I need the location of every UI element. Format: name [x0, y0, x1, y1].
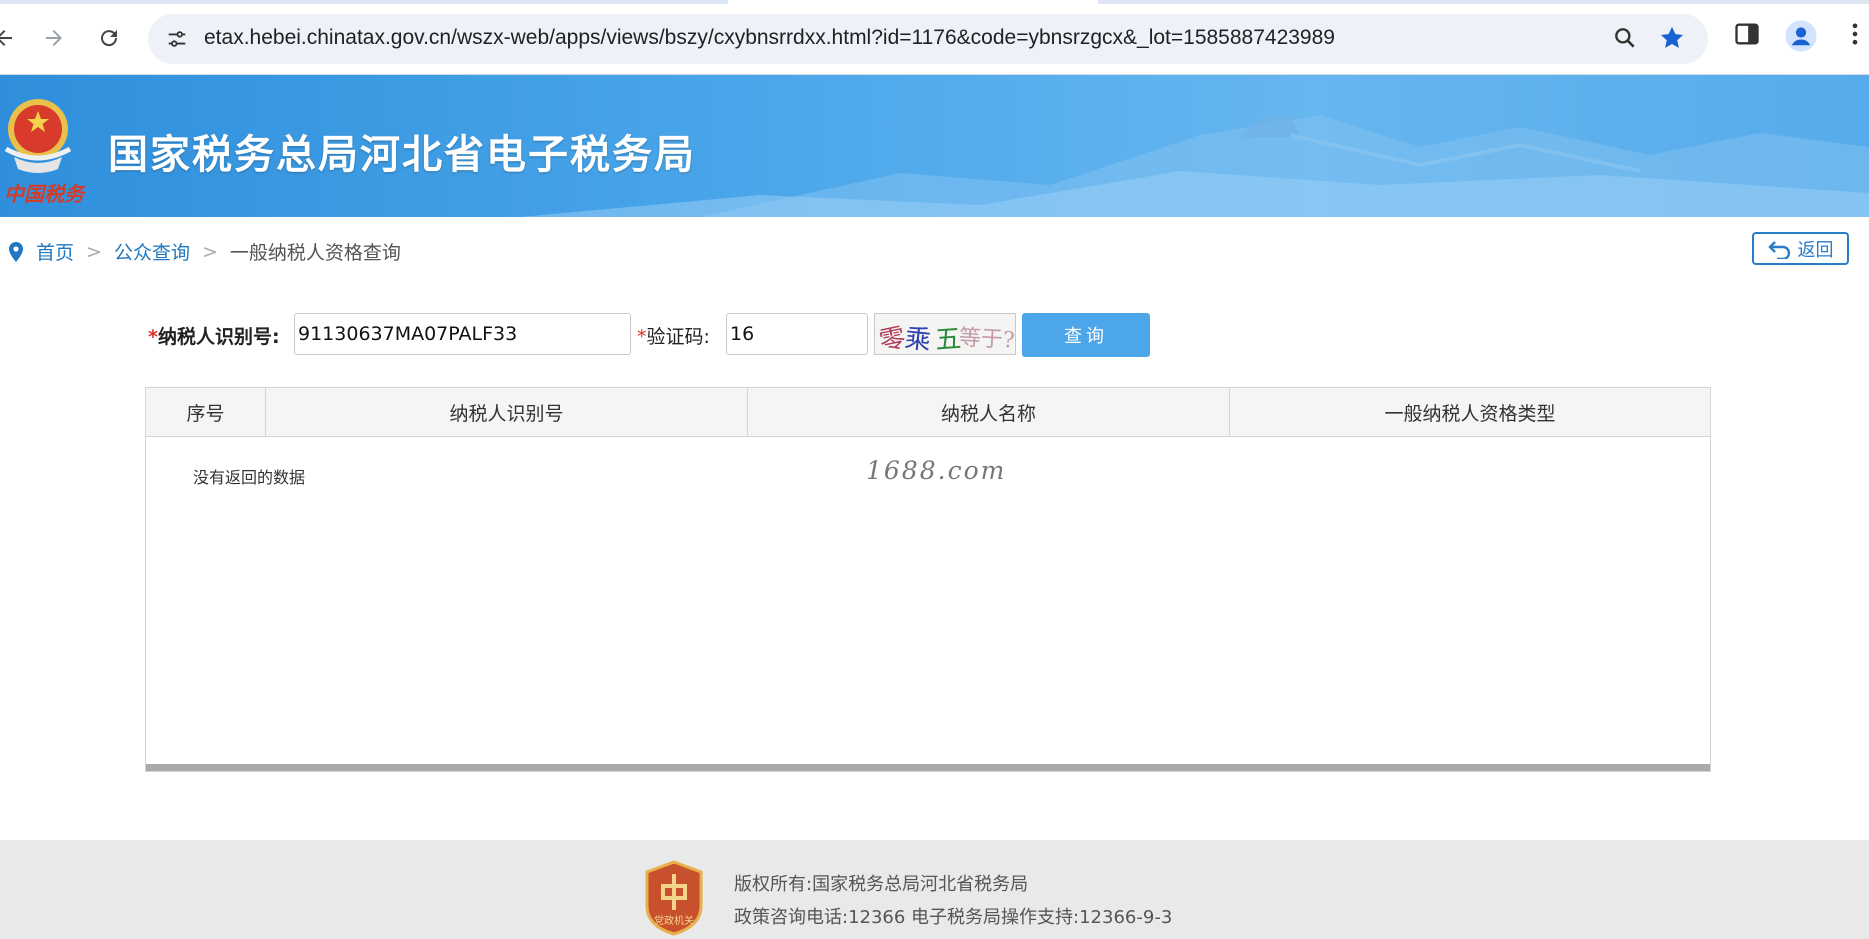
- site-title: 国家税务总局河北省电子税务局: [108, 132, 696, 178]
- results-table: 序号 纳税人识别号 纳税人名称 一般纳税人资格类型 没有返回的数据 1688.c…: [145, 387, 1711, 772]
- breadcrumb-current: 一般纳税人资格查询: [229, 242, 401, 264]
- contact-text: 政策咨询电话:12366 电子税务局操作支持:12366-9-3: [734, 907, 1173, 928]
- tab-strip: [0, 0, 1869, 4]
- captcha-char: 乘: [903, 323, 933, 355]
- back-arrow-icon[interactable]: [0, 18, 24, 58]
- captcha-input[interactable]: [726, 313, 868, 355]
- horizontal-scrollbar[interactable]: [146, 764, 1710, 771]
- taxpayer-id-input[interactable]: [294, 313, 631, 355]
- site-footer: 党政机关 版权所有:国家税务总局河北省税务局 政策咨询电话:12366 电子税务…: [0, 840, 1869, 939]
- copyright-text: 版权所有:国家税务总局河北省税务局: [734, 874, 1029, 895]
- captcha-label-text: 验证码:: [646, 326, 710, 348]
- captcha-char: 等于?: [958, 325, 1016, 354]
- active-tab[interactable]: [728, 0, 1098, 4]
- column-header-qualification-type: 一般纳税人资格类型: [1384, 402, 1556, 425]
- site-header-banner: 中国税务 国家税务总局河北省电子税务局: [0, 75, 1869, 217]
- profile-avatar-icon[interactable]: [1784, 19, 1818, 57]
- return-button-label: 返回: [1797, 239, 1834, 261]
- bookmark-star-icon[interactable]: [1658, 24, 1686, 56]
- breadcrumb: 首页 > 公众查询 > 一般纳税人资格查询: [8, 238, 401, 265]
- taxpayer-id-label-text: 纳税人识别号:: [157, 326, 280, 348]
- url-text[interactable]: etax.hebei.chinatax.gov.cn/wszx-web/apps…: [204, 26, 1335, 50]
- captcha-image[interactable]: 零 乘 五 等于?: [874, 313, 1016, 355]
- column-header-taxpayer-name: 纳税人名称: [748, 388, 1230, 436]
- required-marker: *: [637, 326, 647, 348]
- browser-toolbar: etax.hebei.chinatax.gov.cn/wszx-web/apps…: [0, 0, 1869, 75]
- handwritten-signature: 中国税务: [4, 182, 84, 206]
- zoom-icon[interactable]: [1612, 25, 1638, 55]
- badge-text: 党政机关: [654, 914, 694, 927]
- breadcrumb-public-query-link[interactable]: 公众查询: [114, 238, 190, 265]
- return-button[interactable]: 返回: [1752, 232, 1849, 265]
- reload-icon[interactable]: [89, 18, 129, 58]
- breadcrumb-separator: >: [86, 240, 102, 263]
- site-info-icon[interactable]: [162, 24, 192, 54]
- forward-arrow-icon[interactable]: [34, 18, 74, 58]
- query-form: *纳税人识别号: *验证码: 零 乘 五 等于? 查询: [0, 313, 1869, 357]
- required-marker: *: [148, 326, 158, 348]
- return-arrow-icon: [1767, 240, 1790, 259]
- table-header: 序号 纳税人识别号 纳税人名称 一般纳税人资格类型: [146, 388, 1710, 437]
- empty-message: 没有返回的数据: [193, 468, 306, 487]
- gov-agency-badge-icon: 党政机关: [645, 860, 703, 936]
- column-header-index: 序号: [146, 388, 266, 436]
- taxpayer-id-label: *纳税人识别号:: [148, 322, 280, 349]
- location-pin-icon: [9, 241, 23, 262]
- address-bar[interactable]: etax.hebei.chinatax.gov.cn/wszx-web/apps…: [148, 14, 1708, 64]
- watermark-text: 1688.com: [866, 456, 1007, 485]
- query-button[interactable]: 查询: [1022, 313, 1150, 357]
- column-header-taxpayer-id: 纳税人识别号: [266, 388, 748, 436]
- captcha-label: *验证码:: [637, 322, 710, 349]
- side-panel-icon[interactable]: [1733, 20, 1761, 52]
- breadcrumb-separator: >: [201, 240, 218, 263]
- breadcrumb-home-link[interactable]: 首页: [36, 238, 74, 265]
- menu-kebab-icon[interactable]: [1850, 20, 1860, 52]
